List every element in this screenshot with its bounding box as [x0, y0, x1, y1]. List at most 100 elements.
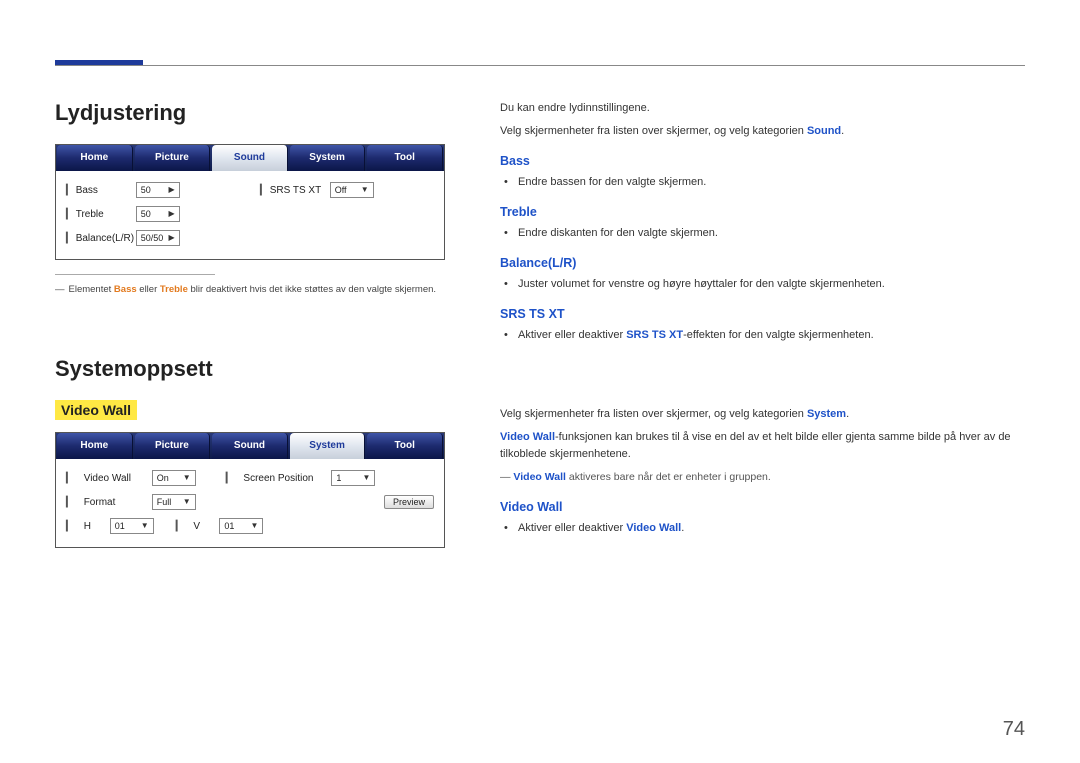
tab-picture[interactable]: Picture — [135, 433, 211, 459]
tab-sound[interactable]: Sound — [212, 145, 288, 171]
h-label: H — [84, 521, 102, 532]
v-dropdown[interactable]: 01 ▼ — [219, 518, 263, 534]
row-pipe-icon: ▎ — [66, 521, 74, 532]
treble-stepper[interactable]: 50 ▶ — [136, 206, 180, 222]
bass-stepper[interactable]: 50 ▶ — [136, 182, 180, 198]
stepper-right-icon: ▶ — [169, 231, 175, 245]
hv-row: ▎ H 01 ▼ ▎ V 01 ▼ — [66, 515, 434, 537]
v-label: V — [193, 521, 211, 532]
screenpos-label: Screen Position — [243, 473, 323, 484]
footnote-dash-icon: ― — [55, 284, 65, 295]
videowall-row: ▎ Video Wall On▼ ▎ Screen Position 1▼ — [66, 467, 434, 489]
treble-label: Treble — [76, 209, 136, 220]
right-column: Du kan endre lydinnstillingene. Velg skj… — [500, 100, 1025, 562]
tab-sound[interactable]: Sound — [212, 433, 288, 459]
h-value: 01 — [115, 519, 125, 533]
balance-row: ▎ Balance(L/R) 50/50▶ — [66, 227, 240, 249]
balance-stepper[interactable]: 50/50▶ — [136, 230, 180, 246]
videowall-note: ― Video Wall aktiveres bare når det er e… — [500, 469, 1025, 485]
format-value: Full — [157, 495, 172, 509]
srs-row: ▎ SRS TS XT Off▼ — [260, 179, 434, 201]
row-pipe-icon: ▎ — [66, 185, 74, 196]
videowall-label: Video Wall — [84, 473, 144, 484]
bass-heading: Bass — [500, 154, 1025, 168]
bass-label: Bass — [76, 185, 136, 196]
tab-home[interactable]: Home — [57, 145, 133, 171]
treble-list: Endre diskanten for den valgte skjermen. — [500, 225, 1025, 242]
srs-dropdown[interactable]: Off ▼ — [330, 182, 374, 198]
balance-heading: Balance(L/R) — [500, 256, 1025, 270]
stepper-right-icon: ▶ — [169, 207, 175, 221]
chevron-down-icon: ▼ — [361, 183, 369, 197]
videowall-subheading: Video Wall — [55, 400, 137, 420]
chevron-down-icon: ▼ — [250, 519, 258, 533]
videowall-sub-item: Aktiver eller deaktiver Video Wall. — [518, 520, 1025, 537]
treble-row: ▎ Treble 50 ▶ — [66, 203, 240, 225]
header-accent-bar — [55, 50, 143, 65]
format-dropdown[interactable]: Full ▼ — [152, 494, 196, 510]
format-row: ▎ Format Full ▼ Preview — [66, 491, 434, 513]
row-pipe-icon: ▎ — [226, 473, 234, 484]
v-value: 01 — [224, 519, 234, 533]
treble-heading: Treble — [500, 205, 1025, 219]
srs-value: Off — [335, 183, 347, 197]
stepper-right-icon: ▶ — [169, 183, 175, 197]
videowall-sub-heading: Video Wall — [500, 500, 1025, 514]
treble-value: 50 — [141, 207, 151, 221]
balance-label: Balance(L/R) — [76, 233, 136, 244]
videowall-dropdown[interactable]: On▼ — [152, 470, 196, 486]
balance-item: Juster volumet for venstre og høyre høyt… — [518, 276, 1025, 293]
videowall-paragraph: Video Wall-funksjonen kan brukes til å v… — [500, 429, 1025, 463]
tab-home[interactable]: Home — [57, 433, 133, 459]
format-label: Format — [84, 497, 144, 508]
bass-value: 50 — [141, 183, 151, 197]
videowall-sub-list: Aktiver eller deaktiver Video Wall. — [500, 520, 1025, 537]
videowall-keyword: Video Wall — [513, 471, 566, 483]
system-section-title: Systemoppsett — [55, 356, 445, 382]
row-pipe-icon: ▎ — [176, 521, 184, 532]
chevron-down-icon: ▼ — [183, 495, 191, 509]
videowall-keyword: Video Wall — [626, 522, 681, 534]
system-intro: Velg skjermenheter fra listen over skjer… — [500, 406, 1025, 423]
sound-col-right: ▎ SRS TS XT Off▼ — [260, 179, 434, 251]
balance-list: Juster volumet for venstre og høyre høyt… — [500, 276, 1025, 293]
left-column: Lydjustering Home Picture Sound System T… — [55, 100, 445, 562]
chevron-down-icon: ▼ — [362, 471, 370, 485]
tab-tool[interactable]: Tool — [367, 433, 443, 459]
videowall-keyword: Video Wall — [500, 431, 555, 443]
h-dropdown[interactable]: 01 ▼ — [110, 518, 154, 534]
row-pipe-icon: ▎ — [66, 497, 74, 508]
videowall-value: On — [157, 471, 169, 485]
chevron-down-icon: ▼ — [141, 519, 149, 533]
row-pipe-icon: ▎ — [260, 185, 268, 196]
tab-picture[interactable]: Picture — [135, 145, 211, 171]
bass-list: Endre bassen for den valgte skjermen. — [500, 174, 1025, 191]
sound-intro-2: Velg skjermenheter fra listen over skjer… — [500, 123, 1025, 140]
sound-intro-1: Du kan endre lydinnstillingene. — [500, 100, 1025, 117]
srs-list: Aktiver eller deaktiver SRS TS XT-effekt… — [500, 327, 1025, 344]
screenpos-value: 1 — [336, 471, 341, 485]
footnote-treble: Treble — [160, 284, 188, 295]
screenpos-dropdown[interactable]: 1▼ — [331, 470, 375, 486]
page-root: Lydjustering Home Picture Sound System T… — [0, 0, 1080, 763]
system-settings-panel: Home Picture Sound System Tool ▎ Video W… — [55, 432, 445, 548]
page-number: 74 — [1003, 718, 1025, 741]
system-keyword: System — [807, 408, 846, 420]
bass-row: ▎ Bass 50 ▶ — [66, 179, 240, 201]
srs-item: Aktiver eller deaktiver SRS TS XT-effekt… — [518, 327, 1025, 344]
tab-system[interactable]: System — [290, 145, 366, 171]
tab-tool[interactable]: Tool — [367, 145, 443, 171]
bass-item: Endre bassen for den valgte skjermen. — [518, 174, 1025, 191]
preview-button[interactable]: Preview — [384, 495, 434, 509]
tab-system[interactable]: System — [290, 433, 366, 459]
sound-section-title: Lydjustering — [55, 100, 445, 126]
sound-tabs: Home Picture Sound System Tool — [56, 145, 444, 171]
header-rule — [55, 65, 1025, 66]
note-dash-icon: ― — [500, 471, 511, 483]
sound-settings-panel: Home Picture Sound System Tool ▎ Bass 50… — [55, 144, 445, 260]
row-pipe-icon: ▎ — [66, 209, 74, 220]
sound-col-left: ▎ Bass 50 ▶ ▎ Treble 50 ▶ ▎ Balance(L/R) — [66, 179, 240, 251]
system-body: ▎ Video Wall On▼ ▎ Screen Position 1▼ ▎ … — [56, 459, 444, 547]
row-pipe-icon: ▎ — [66, 473, 74, 484]
sound-body: ▎ Bass 50 ▶ ▎ Treble 50 ▶ ▎ Balance(L/R) — [56, 171, 444, 259]
